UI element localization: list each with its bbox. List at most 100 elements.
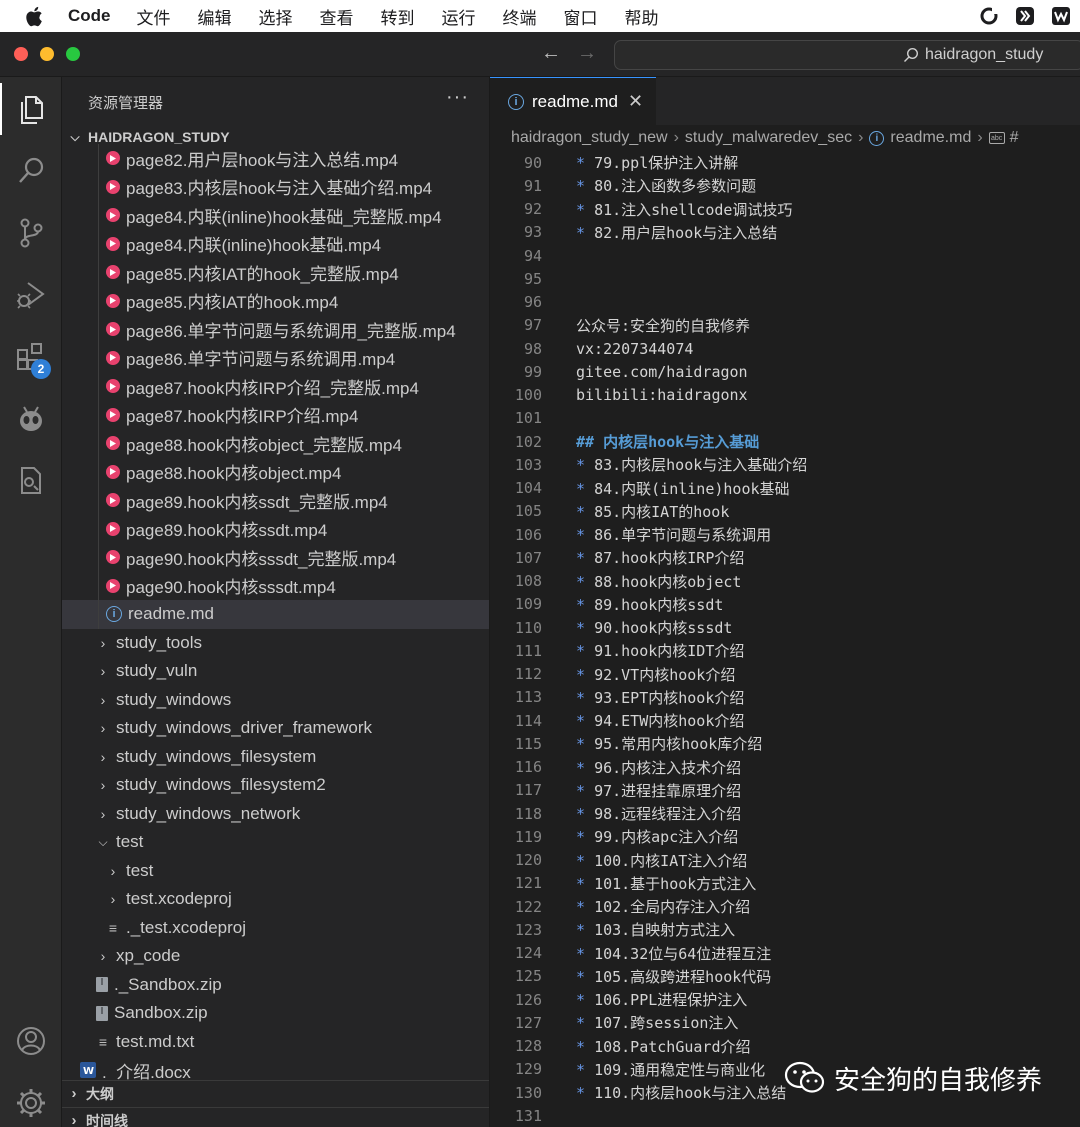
code-editor[interactable]: 90 * 79.ppl保护注入讲解 91 * 80.注入函数多参数问题 92 * 81.注… <box>490 151 1080 1127</box>
breadcrumb-item[interactable]: readme.md <box>890 129 971 147</box>
timeline-section[interactable]: › 时间线 <box>62 1107 489 1127</box>
code-line: 106 * 86.单字节问题与系统调用 <box>490 523 1080 546</box>
menu-run[interactable]: 运行 <box>442 4 476 29</box>
tree-file-item[interactable]: page88.hook内核object.mp4 <box>62 457 489 486</box>
tree-file-item[interactable]: Sandbox.zip <box>62 999 489 1028</box>
forward-arrow-icon[interactable]: → <box>577 42 597 65</box>
tree-folder-item[interactable]: › study_windows <box>62 686 489 715</box>
tree-file-item[interactable]: page89.hook内核ssdt.mp4 <box>62 514 489 543</box>
tree-file-item[interactable]: page86.单字节问题与系统调用_完整版.mp4 <box>62 315 489 344</box>
tree-file-item[interactable]: page90.hook内核sssdt.mp4 <box>62 571 489 600</box>
line-number: 99 <box>523 362 542 381</box>
code-line: 108 * 88.hook内核object <box>490 570 1080 593</box>
line-text: * 98.远程线程注入介绍 <box>576 803 741 824</box>
line-text: * 86.单字节问题与系统调用 <box>576 524 771 545</box>
wps-app-icon[interactable] <box>1050 5 1072 27</box>
tree-file-item[interactable]: page82.用户层hook与注入总结.mp4 <box>62 144 489 173</box>
line-content: vx:2207344074 <box>576 339 694 358</box>
video-file-icon <box>106 578 120 593</box>
apple-logo-icon[interactable] <box>0 6 68 27</box>
tree-file-item[interactable]: page87.hook内核IRP介绍.mp4 <box>62 400 489 429</box>
tree-file-item[interactable]: page86.单字节问题与系统调用.mp4 <box>62 343 489 372</box>
markdown-bullet: * <box>576 1014 595 1033</box>
tree-folder-item[interactable]: › study_vuln <box>62 657 489 686</box>
tree-file-item[interactable]: page83.内核层hook与注入基础介绍.mp4 <box>62 172 489 201</box>
tree-folder-item[interactable]: › study_windows_network <box>62 800 489 829</box>
breadcrumb-item[interactable]: study_malwaredev_sec <box>685 129 852 147</box>
manage-gear-icon[interactable] <box>0 1077 62 1127</box>
tree-file-item[interactable]: page89.hook内核ssdt_完整版.mp4 <box>62 486 489 515</box>
tree-folder-item[interactable]: › xp_code <box>62 942 489 971</box>
line-content: 94.ETW内核hook介绍 <box>594 712 745 731</box>
close-icon[interactable]: ✕ <box>628 91 643 112</box>
line-text: * 85.内核IAT的hook <box>576 501 729 522</box>
tree-folder-item[interactable]: › study_windows_filesystem <box>62 743 489 772</box>
tree-file-item[interactable]: page84.内联(inline)hook基础.mp4 <box>62 229 489 258</box>
markdown-bullet: * <box>576 1037 595 1056</box>
run-and-debug-icon[interactable] <box>0 269 62 321</box>
tree-file-item[interactable]: page87.hook内核IRP介绍_完整版.mp4 <box>62 372 489 401</box>
tree-item-label: page86.单字节问题与系统调用_完整版.mp4 <box>126 321 456 341</box>
menu-help[interactable]: 帮助 <box>625 4 659 29</box>
tree-item-label: Sandbox.zip <box>114 1003 208 1023</box>
tree-file-item[interactable]: ._Sandbox.zip <box>62 971 489 1000</box>
breadcrumb-item[interactable]: # <box>1010 129 1019 147</box>
platformio-alien-icon[interactable] <box>0 393 62 445</box>
window-title-bar: ← → haidragon_study <box>0 32 1080 77</box>
line-text: bilibili:haidragonx <box>576 386 748 404</box>
video-file-icon <box>106 350 120 365</box>
markdown-bullet: * <box>576 595 595 614</box>
markdown-bullet: * <box>576 619 595 638</box>
tree-file-item[interactable]: page85.内核IAT的hook_完整版.mp4 <box>62 258 489 287</box>
tree-folder-item[interactable]: › study_tools <box>62 629 489 658</box>
explorer-icon[interactable] <box>0 83 62 135</box>
line-content: ## 内核层hook与注入基础 <box>576 433 760 452</box>
remote-explorer-icon[interactable] <box>0 455 62 507</box>
menu-window[interactable]: 窗口 <box>564 4 598 29</box>
tree-file-item[interactable]: page90.hook内核sssdt_完整版.mp4 <box>62 543 489 572</box>
command-center-search[interactable]: haidragon_study <box>614 40 1080 70</box>
outline-section[interactable]: › 大纲 <box>62 1080 489 1106</box>
chevron-right-icon: › <box>71 1112 77 1127</box>
bookmark-app-icon[interactable] <box>1014 5 1036 27</box>
tree-file-item[interactable]: ≡ ._test.xcodeproj <box>62 914 489 943</box>
close-window-button[interactable] <box>14 47 28 61</box>
menu-app-name[interactable]: Code <box>68 6 111 26</box>
menu-terminal[interactable]: 终端 <box>503 4 537 29</box>
back-arrow-icon[interactable]: ← <box>541 42 561 65</box>
accounts-icon[interactable] <box>0 1015 62 1067</box>
tab-readme[interactable]: i readme.md ✕ <box>490 77 656 125</box>
tree-file-item[interactable]: ≡ test.md.txt <box>62 1028 489 1057</box>
tree-folder-item[interactable]: › study_windows_driver_framework <box>62 714 489 743</box>
line-number: 91 <box>523 176 542 195</box>
source-control-icon[interactable] <box>0 207 62 259</box>
line-text: * 94.ETW内核hook介绍 <box>576 710 744 731</box>
breadcrumb-item[interactable]: haidragon_study_new <box>511 129 668 147</box>
tree-file-item[interactable]: i readme.md <box>62 600 489 629</box>
menu-view[interactable]: 查看 <box>320 4 354 29</box>
menu-selection[interactable]: 选择 <box>259 4 293 29</box>
chevron-right-icon: › <box>100 663 106 680</box>
tree-folder-item[interactable]: › study_windows_filesystem2 <box>62 771 489 800</box>
tree-folder-item[interactable]: ⌵ test <box>62 828 489 857</box>
tree-file-item[interactable]: page84.内联(inline)hook基础_完整版.mp4 <box>62 201 489 230</box>
menu-file[interactable]: 文件 <box>137 4 171 29</box>
chevron-right-icon: › <box>100 748 106 765</box>
code-line: 101 <box>490 407 1080 430</box>
menu-go[interactable]: 转到 <box>381 4 415 29</box>
menu-edit[interactable]: 编辑 <box>198 4 232 29</box>
sync-status-icon[interactable] <box>978 5 1000 27</box>
extensions-icon[interactable]: 2 <box>0 331 62 383</box>
minimize-window-button[interactable] <box>40 47 54 61</box>
search-icon[interactable] <box>0 145 62 197</box>
more-actions-button[interactable]: ··· <box>446 86 469 109</box>
line-number: 107 <box>514 548 542 567</box>
tree-folder-item[interactable]: › test <box>62 857 489 886</box>
tree-file-item[interactable]: page88.hook内核object_完整版.mp4 <box>62 429 489 458</box>
outline-label: 大纲 <box>86 1085 114 1102</box>
line-content: 89.hook内核ssdt <box>594 595 724 614</box>
tree-folder-item[interactable]: › test.xcodeproj <box>62 885 489 914</box>
zoom-window-button[interactable] <box>66 47 80 61</box>
markdown-bullet: * <box>576 154 595 173</box>
tree-file-item[interactable]: page85.内核IAT的hook.mp4 <box>62 286 489 315</box>
